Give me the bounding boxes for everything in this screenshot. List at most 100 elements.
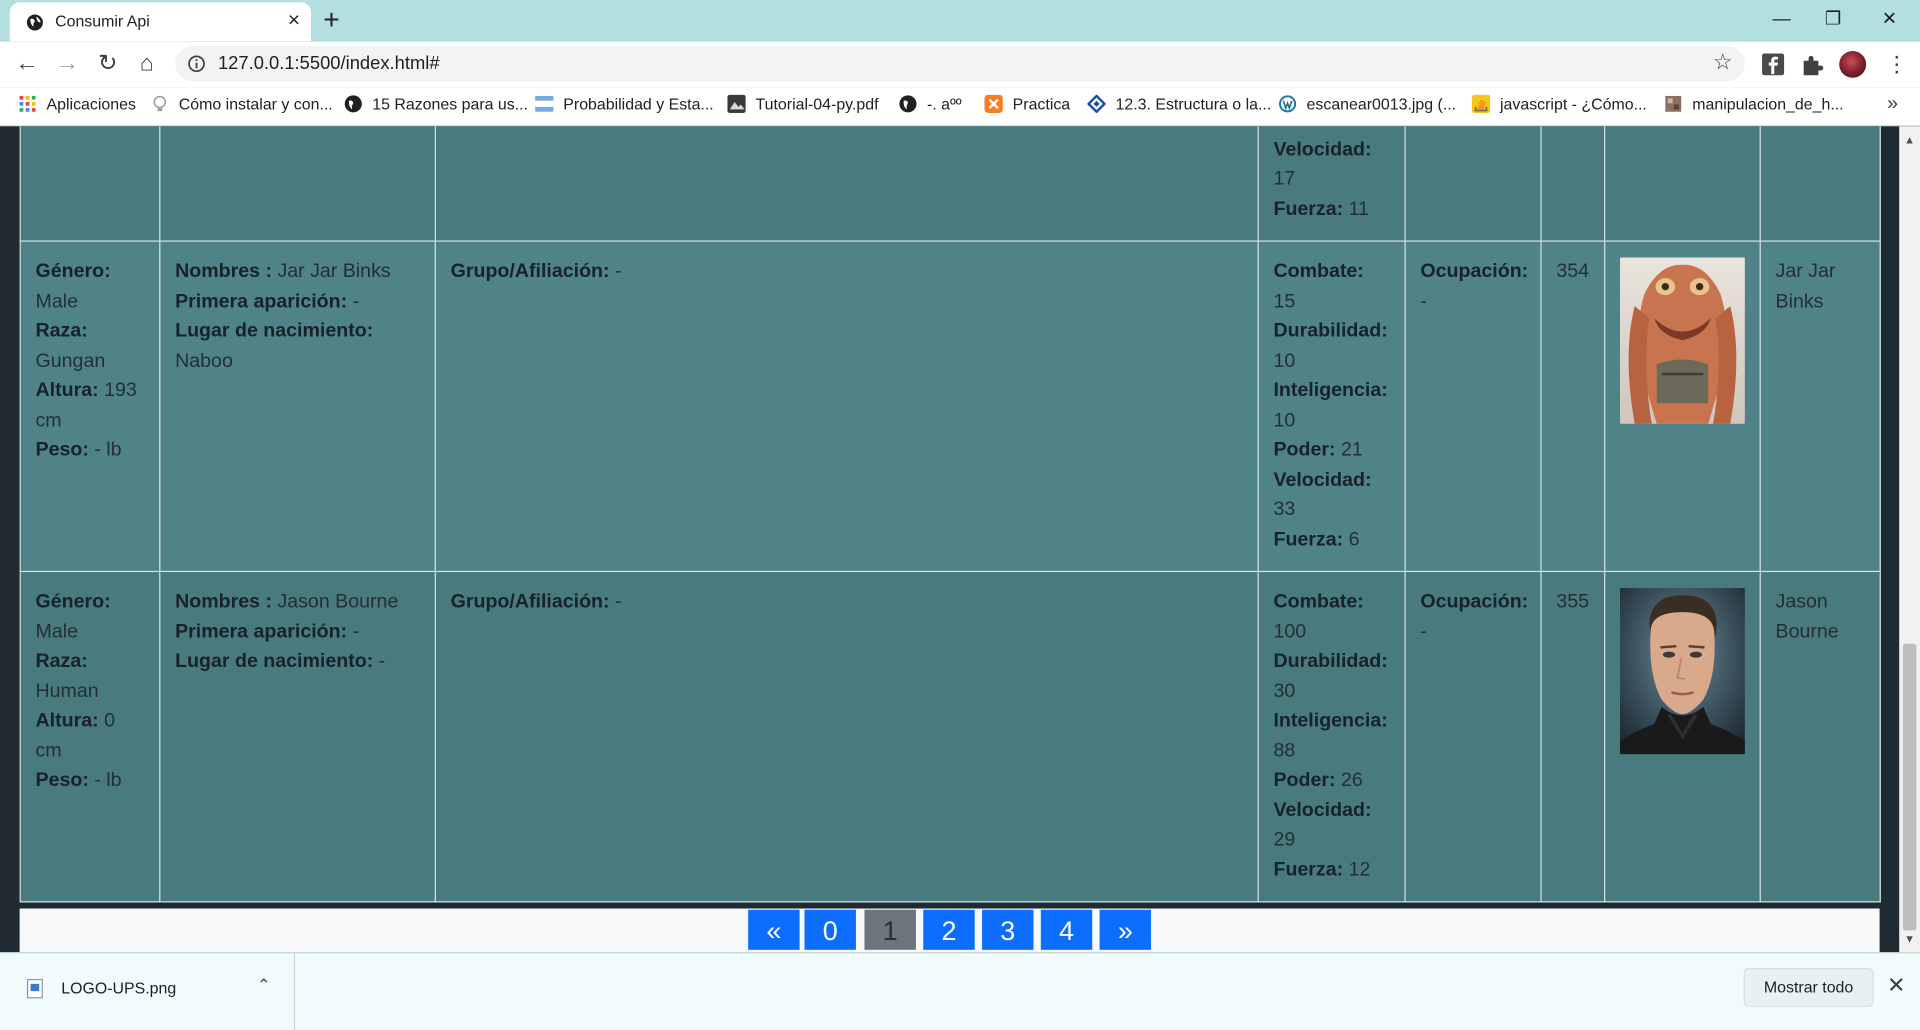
pagination-page-4[interactable]: 4: [1040, 909, 1093, 950]
bookmark-probabilidad[interactable]: Probabilidad y Esta...: [535, 95, 714, 119]
scrollbar-thumb[interactable]: [1902, 643, 1917, 931]
extensions-puzzle-icon[interactable]: [1799, 51, 1826, 78]
stat-label: Fuerza:: [1273, 198, 1344, 220]
speed-value: 33: [1273, 499, 1296, 520]
bookmark-label: manipulacion_de_h...: [1692, 94, 1844, 113]
gender-value: Male: [35, 621, 78, 642]
race-value: Human: [35, 680, 99, 702]
bookmark-javascript[interactable]: javascript - ¿Cómo...: [1471, 94, 1647, 119]
first-appearance-value: -: [352, 290, 360, 312]
full-name-value: Jar Jar Binks: [277, 261, 391, 282]
powerstats-cell: Combate: 15 Durabilidad: 10 Inteligencia…: [1257, 240, 1406, 573]
bookmark-estructura[interactable]: 12.3. Estructura o la...: [1087, 94, 1271, 119]
chevron-up-icon[interactable]: ⌃: [257, 975, 270, 994]
pagination-next-button[interactable]: »: [1099, 909, 1152, 950]
speed-label: Velocidad:: [1273, 799, 1372, 821]
bookmark-label: Cómo instalar y con...: [178, 94, 333, 113]
apps-grid-icon: [19, 95, 36, 112]
bookmark-tutorial-pdf[interactable]: Tutorial-04-py.pdf: [727, 94, 879, 119]
address-bar[interactable]: 127.0.0.1:5500/index.html# ☆: [175, 46, 1745, 82]
birthplace-label: Lugar de nacimiento:: [175, 320, 374, 342]
minimize-icon[interactable]: —: [1753, 5, 1809, 34]
reload-icon[interactable]: ↻: [92, 49, 124, 81]
intelligence-value: 10: [1273, 409, 1296, 431]
bookmark-aplicaciones[interactable]: Aplicaciones: [18, 95, 136, 119]
pagination-prev-button[interactable]: «: [748, 909, 800, 950]
info-icon[interactable]: [187, 55, 205, 73]
table-row: Género: Male Raza: Gungan Altura: 193 cm…: [19, 240, 1881, 573]
bookmark-label: javascript - ¿Cómo...: [1500, 94, 1647, 113]
bookmark-star-icon[interactable]: ☆: [1713, 50, 1733, 76]
appearance-cell: [19, 126, 161, 242]
bookmark-practica[interactable]: Practica: [984, 94, 1071, 119]
wordpress-icon: [1278, 95, 1297, 113]
browser-tab[interactable]: Consumir Api ×: [9, 2, 312, 42]
height-label: Altura:: [35, 710, 99, 732]
intelligence-label: Inteligencia:: [1273, 710, 1388, 732]
bookmarks-overflow-icon[interactable]: »: [1887, 94, 1898, 116]
biography-cell: [159, 126, 436, 242]
affiliation-label: Grupo/Afiliación:: [450, 261, 610, 282]
vertical-scrollbar[interactable]: ▲ ▼: [1899, 126, 1920, 953]
new-tab-icon[interactable]: +: [323, 4, 339, 36]
speed-value: 29: [1273, 829, 1296, 851]
pagination-page-3[interactable]: 3: [982, 909, 1034, 950]
race-label: Raza:: [35, 320, 88, 342]
table-row: Velocidad: 17 Fuerza: 11: [19, 126, 1881, 242]
bookmark-manipulacion[interactable]: manipulacion_de_h...: [1664, 95, 1844, 119]
stat-value: 17: [1273, 168, 1296, 190]
pagination-page-0[interactable]: 0: [804, 909, 856, 950]
forward-icon[interactable]: →: [51, 49, 83, 81]
durability-label: Durabilidad:: [1273, 651, 1388, 672]
connections-cell: [434, 126, 1259, 242]
download-item[interactable]: LOGO-UPS.png ⌃: [0, 953, 296, 1030]
birthplace-value: Naboo: [175, 350, 233, 372]
profile-avatar[interactable]: [1839, 51, 1867, 78]
strength-label: Fuerza:: [1273, 528, 1344, 550]
tab-strip: Consumir Api × + — ❐ ✕: [0, 0, 1920, 42]
image-cell: [1604, 570, 1761, 903]
weight-value: - lb: [94, 770, 122, 791]
bookmark-como-instalar[interactable]: Cómo instalar y con...: [151, 95, 333, 119]
hero-id: 355: [1556, 591, 1590, 613]
biography-cell: Nombres : Jason Bourne Primera aparición…: [159, 570, 436, 903]
affiliation-value: -: [614, 261, 622, 282]
name-cell: Jar Jar Binks: [1759, 240, 1881, 573]
power-label: Poder:: [1273, 770, 1336, 791]
bookmark-label: Practica: [1012, 94, 1071, 113]
download-filename: LOGO-UPS.png: [61, 978, 177, 998]
facebook-extension-icon[interactable]: [1760, 51, 1787, 78]
intelligence-label: Inteligencia:: [1273, 380, 1388, 401]
combat-value: 15: [1273, 290, 1296, 312]
scroll-down-icon[interactable]: ▼: [1904, 933, 1915, 945]
speed-label: Velocidad:: [1273, 469, 1372, 491]
bookmark-escanear[interactable]: escanear0013.jpg (...: [1278, 95, 1456, 119]
pagination-page-1-active[interactable]: 1: [864, 909, 916, 950]
full-name-label: Nombres :: [175, 261, 272, 282]
id-cell: 354: [1540, 240, 1606, 573]
gender-label: Género:: [35, 261, 111, 282]
close-shelf-icon[interactable]: ✕: [1887, 973, 1905, 999]
window-close-icon[interactable]: ✕: [1861, 5, 1917, 34]
show-all-button[interactable]: Mostrar todo: [1743, 968, 1874, 1007]
name-cell: Jason Bourne: [1759, 570, 1881, 903]
puzzle-icon: [1665, 95, 1682, 112]
tab-title: Consumir Api: [55, 12, 150, 31]
gender-value: Male: [35, 290, 78, 312]
bookmark-dash-a[interactable]: -. aºº: [899, 95, 962, 119]
scroll-up-icon[interactable]: ▲: [1904, 134, 1915, 146]
globe-icon: [26, 14, 43, 31]
height-label: Altura:: [35, 380, 99, 401]
menu-kebab-icon[interactable]: ⋮: [1881, 49, 1913, 81]
xampp-icon: [984, 94, 1003, 113]
url-text: 127.0.0.1:5500/index.html#: [217, 53, 440, 75]
first-appearance-label: Primera aparición:: [175, 621, 348, 642]
restore-icon[interactable]: ❐: [1805, 5, 1861, 34]
bookmark-label: Aplicaciones: [46, 94, 136, 113]
home-icon[interactable]: ⌂: [131, 49, 163, 81]
tab-close-icon[interactable]: ×: [288, 9, 300, 32]
bookmark-15-razones[interactable]: 15 Razones para us...: [344, 95, 528, 119]
pagination-page-2[interactable]: 2: [923, 909, 975, 950]
image-cell: [1604, 126, 1761, 242]
back-icon[interactable]: ←: [11, 49, 43, 81]
